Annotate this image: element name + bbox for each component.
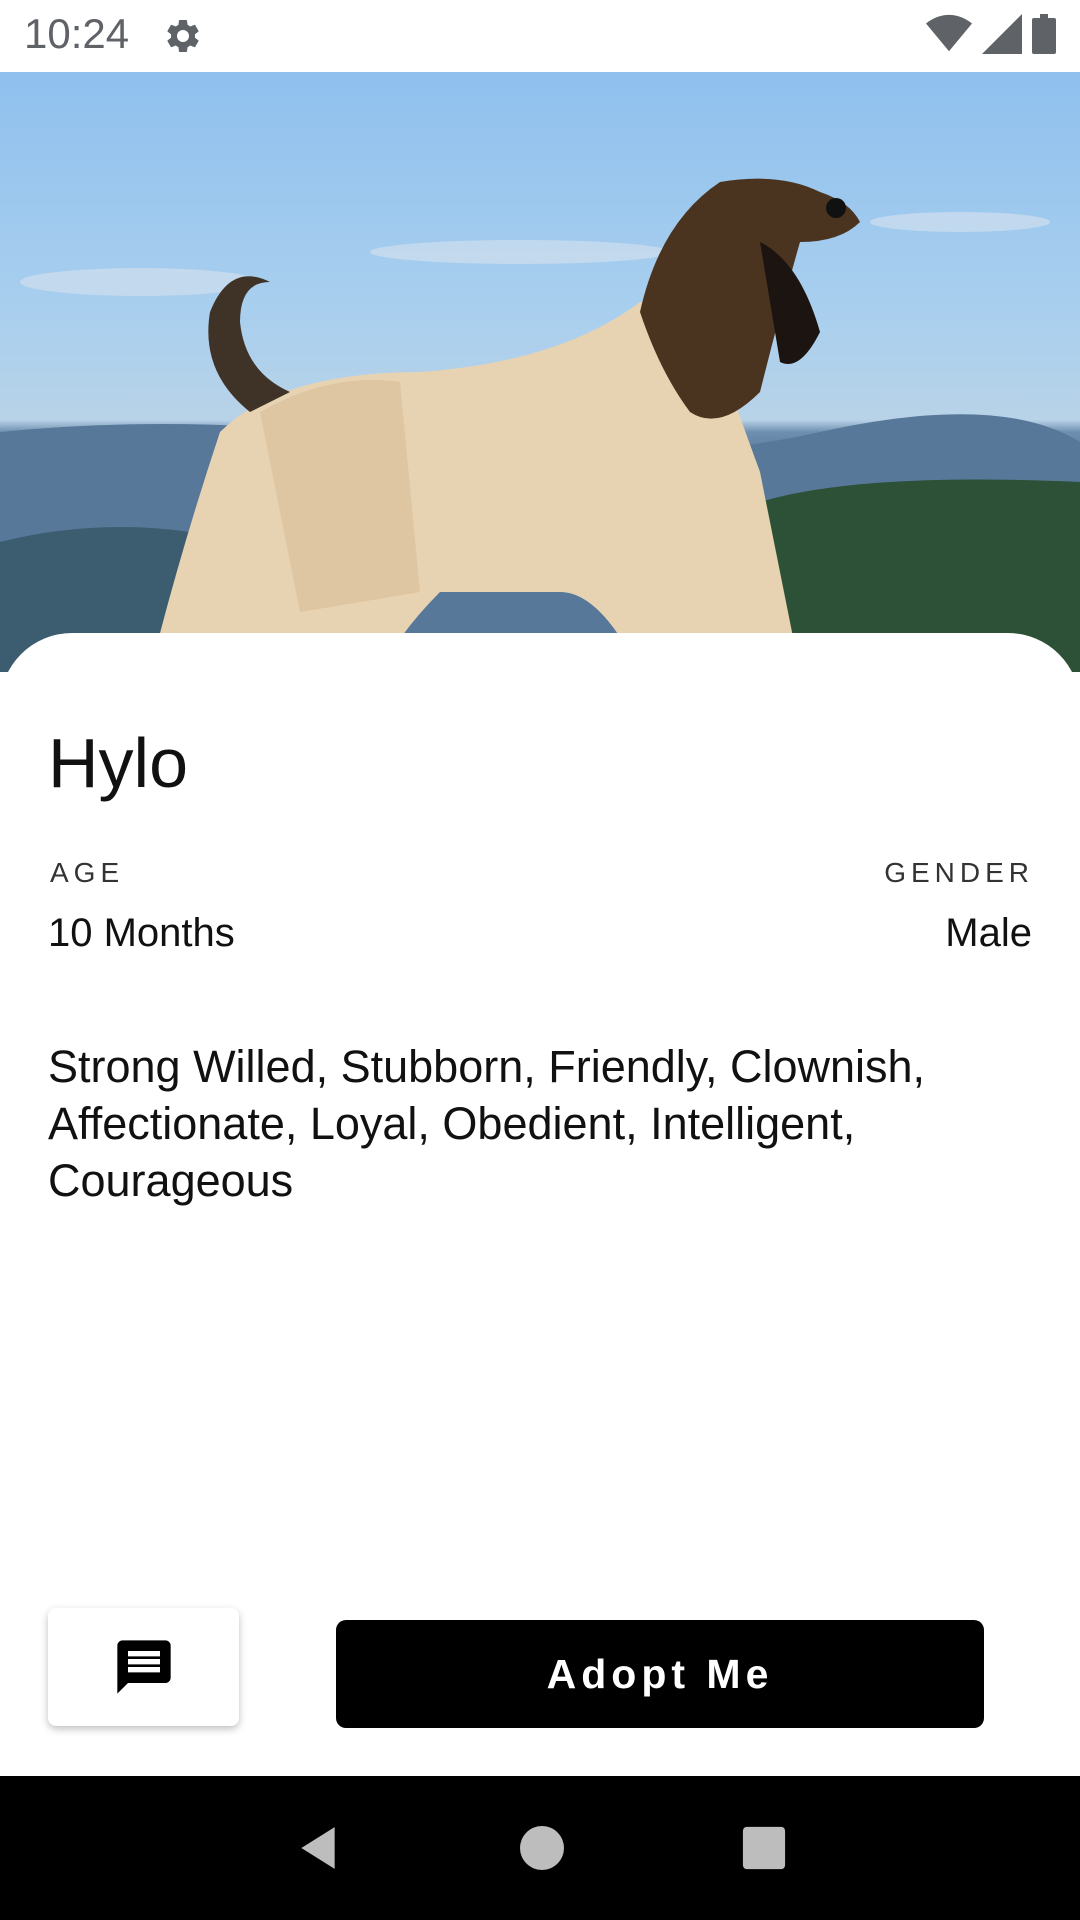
back-icon[interactable] [293, 1823, 343, 1873]
status-time: 10:24 [24, 10, 130, 57]
pet-details-card: Hylo AGE GENDER 10 Months Male Strong Wi… [0, 633, 1080, 1776]
adopt-button[interactable]: Adopt Me [336, 1620, 984, 1728]
chat-icon [116, 1640, 171, 1694]
status-bar: 10:24 [0, 0, 1080, 72]
home-icon[interactable] [518, 1824, 566, 1872]
gender-value: Male [945, 911, 1032, 955]
pet-name: Hylo [48, 724, 189, 802]
gear-icon [167, 19, 199, 52]
battery-icon [1032, 14, 1056, 54]
age-label: AGE [50, 857, 125, 888]
wifi-icon [926, 14, 972, 52]
status-icons [926, 14, 1056, 54]
navigation-bar [0, 1776, 1080, 1920]
gender-label: GENDER [884, 857, 1034, 888]
pet-photo [0, 72, 1080, 672]
pet-traits: Strong Willed, Stubborn, Friendly, Clown… [48, 1041, 926, 1206]
cell-signal-icon [982, 14, 1022, 54]
dog-illustration [0, 178, 1080, 672]
recents-icon[interactable] [741, 1825, 787, 1871]
chat-button[interactable] [48, 1608, 239, 1726]
age-value: 10 Months [48, 911, 235, 955]
